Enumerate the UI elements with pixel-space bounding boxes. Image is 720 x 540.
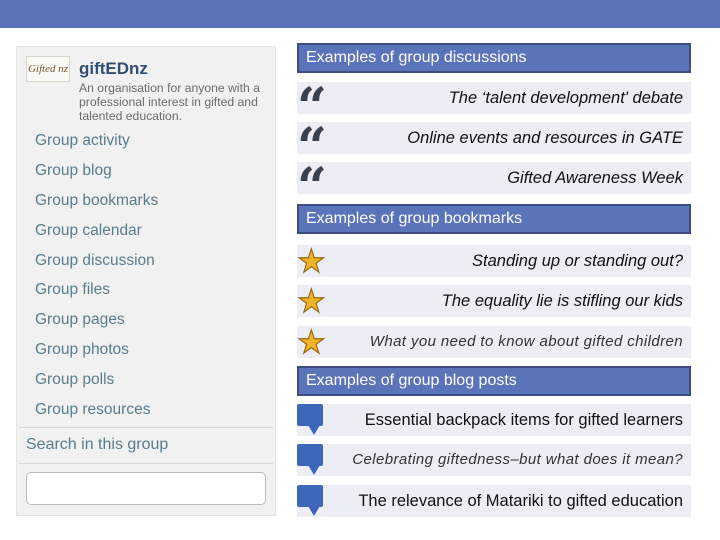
star-icon: ★ [297,285,326,317]
group-activity-link[interactable]: Group activity [35,129,158,159]
search-heading: Search in this group [26,436,169,453]
discussion-title: Online events and resources in GATE [407,129,683,147]
group-sidebar: Gifted nz giftEDnz An organisation for a… [16,46,276,516]
bookmarks-header: Examples of group bookmarks [297,204,691,234]
group-search-input[interactable] [26,472,266,505]
discussions-header: Examples of group discussions [297,43,691,73]
bookmark-item[interactable]: ★ Standing up or standing out? [297,245,691,277]
top-banner [0,0,720,28]
sidebar-divider [19,427,273,428]
blog-post-title: The relevance of Matariki to gifted educ… [358,492,683,510]
discussion-item[interactable]: “ Online events and resources in GATE [297,122,691,154]
bookmark-item[interactable]: ★ What you need to know about gifted chi… [297,326,691,358]
bookmark-title: The equality lie is stifling our kids [441,292,683,310]
bookmark-item[interactable]: ★ The equality lie is stifling our kids [297,285,691,317]
speech-bubble-icon [297,485,323,516]
quote-icon: “ [297,122,327,154]
speech-bubble-icon [297,444,323,475]
star-icon: ★ [297,326,327,358]
blog-post-title: Celebrating giftedness–but what does it … [352,451,683,468]
group-tagline: An organisation for anyone with a profes… [79,81,260,123]
bookmark-title: Standing up or standing out? [472,252,683,270]
brand-name[interactable]: giftEDnz [79,59,148,79]
blog-posts-header: Examples of group blog posts [297,366,691,396]
star-icon: ★ [297,245,326,277]
group-discussion-link[interactable]: Group discussion [35,249,158,279]
discussion-item[interactable]: “ The ‘talent development' debate [297,82,691,114]
quote-icon: “ [297,162,327,194]
gifted-nz-logo: Gifted nz [26,56,70,82]
discussion-title: The ‘talent development' debate [448,89,683,107]
blog-post-item[interactable]: The relevance of Matariki to gifted educ… [297,485,691,517]
discussion-title: Gifted Awareness Week [507,169,683,187]
discussion-item[interactable]: “ Gifted Awareness Week [297,162,691,194]
speech-bubble-icon [297,404,323,435]
group-pages-link[interactable]: Group pages [35,308,158,338]
group-polls-link[interactable]: Group polls [35,368,158,398]
group-files-link[interactable]: Group files [35,278,158,308]
group-nav: Group activity Group blog Group bookmark… [35,129,158,428]
group-resources-link[interactable]: Group resources [35,398,158,428]
bookmark-title: What you need to know about gifted child… [369,333,683,350]
group-photos-link[interactable]: Group photos [35,338,158,368]
quote-icon: “ [297,82,327,114]
group-calendar-link[interactable]: Group calendar [35,219,158,249]
blog-post-item[interactable]: Celebrating giftedness–but what does it … [297,444,691,476]
blog-post-item[interactable]: Essential backpack items for gifted lear… [297,404,691,436]
sidebar-divider [19,463,273,464]
group-bookmarks-link[interactable]: Group bookmarks [35,189,158,219]
group-blog-link[interactable]: Group blog [35,159,158,189]
blog-post-title: Essential backpack items for gifted lear… [364,411,683,429]
